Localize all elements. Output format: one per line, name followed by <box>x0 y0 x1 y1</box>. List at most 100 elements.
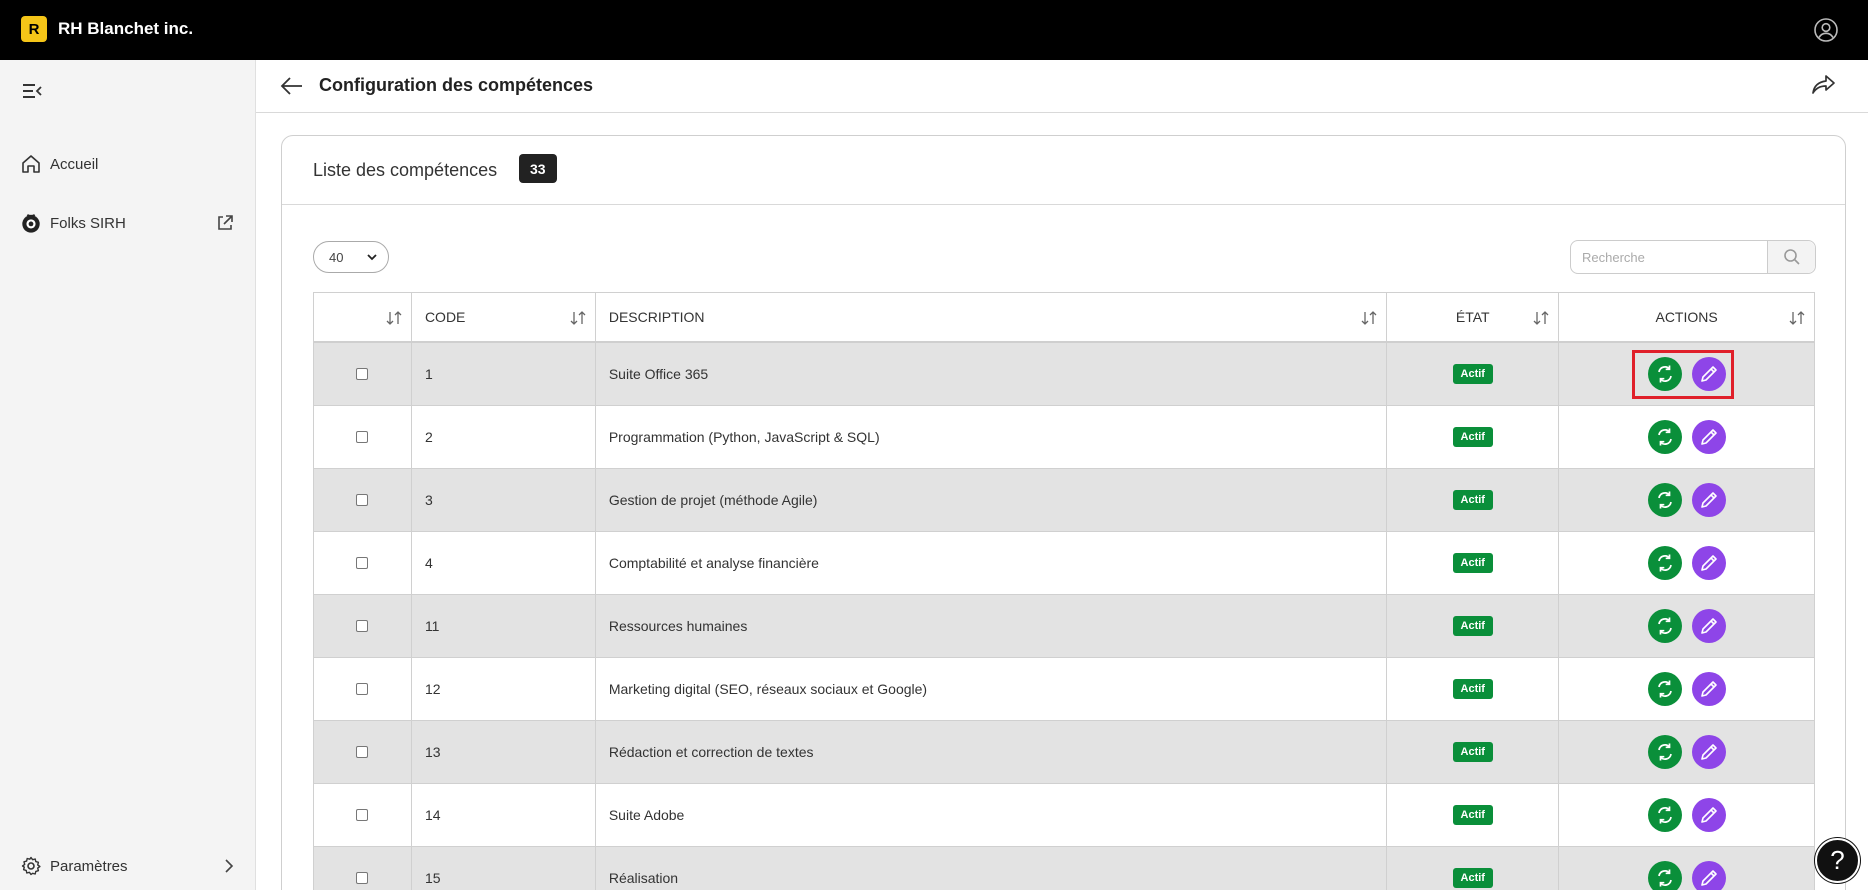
sort-icon[interactable] <box>1361 310 1377 326</box>
sort-icon[interactable] <box>570 310 586 326</box>
edit-button[interactable] <box>1691 546 1726 580</box>
toggle-status-button[interactable] <box>1647 672 1682 706</box>
count-badge: 33 <box>519 154 557 183</box>
status-cell: Actif <box>1387 532 1560 594</box>
edit-button[interactable] <box>1691 483 1726 517</box>
toggle-status-button[interactable] <box>1647 798 1682 832</box>
header-actions[interactable]: ACTIONS <box>1559 293 1814 341</box>
row-checkbox[interactable] <box>356 872 369 884</box>
pencil-icon <box>1700 744 1717 760</box>
pencil-icon <box>1700 870 1717 886</box>
row-checkbox[interactable] <box>356 809 369 821</box>
toggle-status-button[interactable] <box>1647 357 1682 391</box>
status-cell: Actif <box>1387 784 1560 846</box>
column-header-label: DESCRIPTION <box>608 309 705 325</box>
table-body: 1 Suite Office 365 Actif 2 Programmation… <box>314 343 1814 890</box>
status-badge: Actif <box>1452 364 1493 384</box>
row-checkbox[interactable] <box>356 494 369 506</box>
share-icon[interactable] <box>1810 73 1836 97</box>
code-cell: 11 <box>412 595 596 657</box>
sync-icon <box>1657 869 1672 887</box>
row-select-cell <box>314 532 412 594</box>
sidebar-item-parametres[interactable]: Paramètres <box>0 846 256 886</box>
sync-icon <box>1657 365 1672 383</box>
row-select-cell <box>314 721 412 783</box>
chevron-down-icon <box>367 254 377 261</box>
actions-cell <box>1559 784 1814 846</box>
edit-button[interactable] <box>1691 735 1726 769</box>
status-cell: Actif <box>1387 343 1560 405</box>
skills-table: CODE DESCRIPTION ÉTAT ACTIONS 1 Suite Of… <box>313 292 1815 890</box>
sort-icon[interactable] <box>1789 310 1805 326</box>
external-link-icon[interactable] <box>216 214 234 232</box>
sidebar: Accueil Folks SIRH Paramètres <box>0 60 256 890</box>
toggle-status-button[interactable] <box>1647 483 1682 517</box>
toggle-status-button[interactable] <box>1647 861 1682 890</box>
row-checkbox[interactable] <box>356 431 369 443</box>
row-checkbox[interactable] <box>356 746 369 758</box>
header-etat[interactable]: ÉTAT <box>1387 293 1560 341</box>
description-cell: Réalisation <box>596 847 1388 890</box>
pencil-icon <box>1700 492 1717 508</box>
pencil-icon <box>1700 366 1717 382</box>
card-title: Liste des compétences <box>313 160 498 180</box>
sidebar-item-folks-sirh[interactable]: Folks SIRH <box>0 203 256 243</box>
row-checkbox[interactable] <box>356 557 369 569</box>
description-cell: Suite Office 365 <box>596 343 1388 405</box>
actions-cell <box>1559 595 1814 657</box>
sidebar-item-label: Accueil <box>50 155 99 173</box>
toggle-status-button[interactable] <box>1647 609 1682 643</box>
sidebar-item-label: Paramètres <box>50 857 128 875</box>
row-checkbox[interactable] <box>356 683 369 695</box>
user-account-icon[interactable] <box>1813 17 1839 43</box>
status-badge: Actif <box>1452 616 1493 636</box>
status-badge: Actif <box>1452 553 1493 573</box>
table-row: 3 Gestion de projet (méthode Agile) Acti… <box>314 469 1814 532</box>
status-badge: Actif <box>1452 427 1493 447</box>
header-description[interactable]: DESCRIPTION <box>596 293 1388 341</box>
page-title: Configuration des compétences <box>319 75 594 95</box>
collapse-menu-icon[interactable] <box>21 82 43 100</box>
edit-button[interactable] <box>1691 357 1726 391</box>
company-logo[interactable]: R <box>21 16 47 42</box>
edit-button[interactable] <box>1691 798 1726 832</box>
home-icon <box>22 155 40 173</box>
actions-cell <box>1559 406 1814 468</box>
pencil-icon <box>1700 681 1717 697</box>
actions-cell <box>1559 469 1814 531</box>
edit-button[interactable] <box>1691 672 1726 706</box>
row-select-cell <box>314 847 412 890</box>
row-checkbox[interactable] <box>356 368 369 380</box>
back-arrow-icon[interactable] <box>280 75 304 97</box>
pencil-icon <box>1700 555 1717 571</box>
header-select-column[interactable] <box>314 293 412 341</box>
page-size-value: 40 <box>329 249 344 265</box>
page-header: Configuration des compétences <box>256 60 1868 113</box>
status-badge: Actif <box>1452 805 1493 825</box>
sidebar-item-accueil[interactable]: Accueil <box>0 144 256 184</box>
edit-button[interactable] <box>1691 420 1726 454</box>
page-size-select[interactable]: 40 <box>313 241 389 273</box>
search-button[interactable] <box>1767 241 1815 273</box>
edit-button[interactable] <box>1691 609 1726 643</box>
search-input[interactable] <box>1571 241 1767 273</box>
code-cell: 3 <box>412 469 596 531</box>
header-code[interactable]: CODE <box>412 293 596 341</box>
row-checkbox[interactable] <box>356 620 369 632</box>
help-button[interactable]: ? <box>1815 838 1860 883</box>
edit-button[interactable] <box>1691 861 1726 890</box>
toggle-status-button[interactable] <box>1647 420 1682 454</box>
sort-icon[interactable] <box>1533 310 1549 326</box>
toggle-status-button[interactable] <box>1647 735 1682 769</box>
row-select-cell <box>314 658 412 720</box>
toggle-status-button[interactable] <box>1647 546 1682 580</box>
row-select-cell <box>314 469 412 531</box>
description-cell: Gestion de projet (méthode Agile) <box>596 469 1388 531</box>
table-row: 11 Ressources humaines Actif <box>314 595 1814 658</box>
gear-icon <box>21 856 41 876</box>
table-row: 4 Comptabilité et analyse financière Act… <box>314 532 1814 595</box>
sort-icon[interactable] <box>386 310 402 326</box>
table-row: 1 Suite Office 365 Actif <box>314 343 1814 406</box>
table-row: 14 Suite Adobe Actif <box>314 784 1814 847</box>
actions-cell <box>1559 658 1814 720</box>
